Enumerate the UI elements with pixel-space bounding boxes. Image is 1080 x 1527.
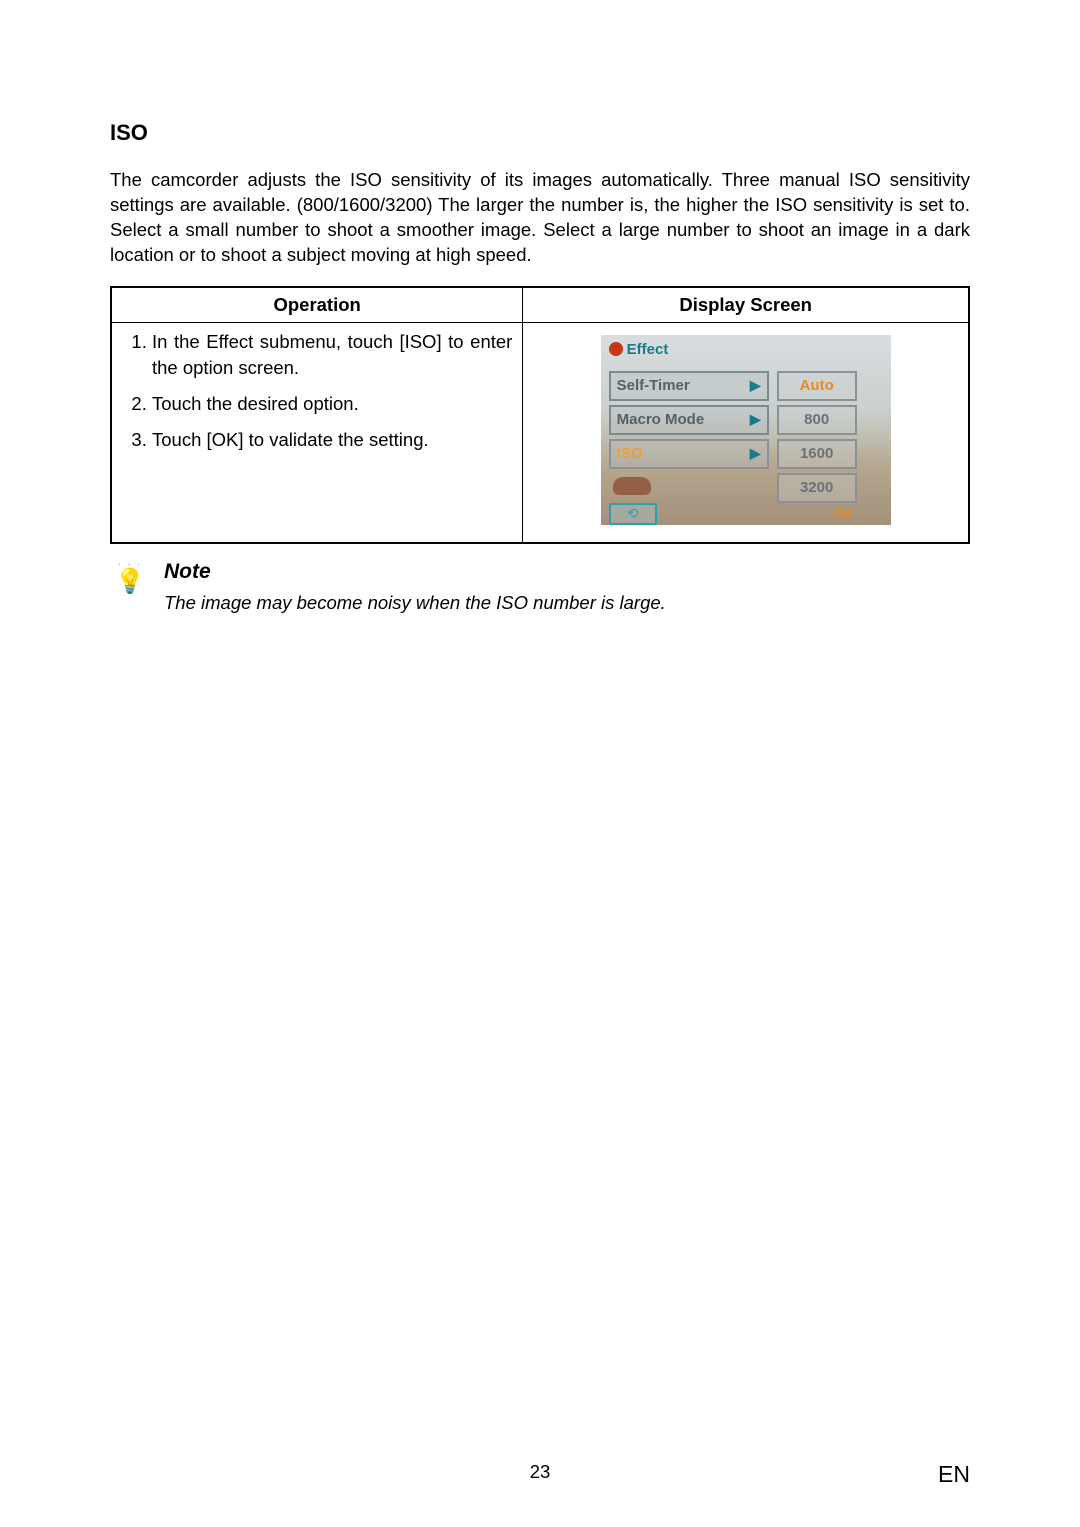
chevron-right-icon: ▶ bbox=[750, 377, 761, 394]
note-body: The image may become noisy when the ISO … bbox=[164, 592, 666, 614]
step-3: Touch [OK] to validate the setting. bbox=[152, 427, 512, 453]
section-title: ISO bbox=[110, 120, 970, 146]
option-3200[interactable]: 3200 bbox=[777, 473, 857, 503]
option-1600[interactable]: 1600 bbox=[777, 439, 857, 469]
option-800[interactable]: 800 bbox=[777, 405, 857, 435]
chevron-right-icon: ▶ bbox=[750, 411, 761, 428]
column-header-display: Display Screen bbox=[523, 287, 969, 323]
section-paragraph: The camcorder adjusts the ISO sensitivit… bbox=[110, 168, 970, 268]
note-heading: Note bbox=[164, 560, 666, 584]
operation-table: Operation Display Screen In the Effect s… bbox=[110, 286, 970, 544]
menu-self-timer-label: Self-Timer bbox=[617, 377, 690, 394]
operation-cell: In the Effect submenu, touch [ISO] to en… bbox=[111, 322, 523, 543]
document-page: ISO The camcorder adjusts the ISO sensit… bbox=[0, 0, 1080, 614]
step-1: In the Effect submenu, touch [ISO] to en… bbox=[152, 329, 512, 381]
page-number: 23 bbox=[530, 1461, 551, 1483]
note-block: ∙ ∙ ∙💡 Note The image may become noisy w… bbox=[110, 560, 970, 614]
menu-macro-mode[interactable]: Macro Mode ▶ bbox=[609, 405, 769, 435]
display-cell: Effect Self-Timer ▶ Macro Mode ▶ ISO ▶ bbox=[523, 322, 969, 543]
chevron-right-icon: ▶ bbox=[750, 445, 761, 462]
menu-macro-mode-label: Macro Mode bbox=[617, 411, 705, 428]
menu-iso[interactable]: ISO ▶ bbox=[609, 439, 769, 469]
landscape-decoration-icon bbox=[613, 477, 651, 495]
ok-button[interactable]: OK bbox=[777, 507, 857, 521]
operation-steps: In the Effect submenu, touch [ISO] to en… bbox=[122, 329, 512, 453]
effect-header: Effect bbox=[609, 341, 669, 358]
lightbulb-icon: ∙ ∙ ∙💡 bbox=[110, 560, 150, 594]
camcorder-screenshot: Effect Self-Timer ▶ Macro Mode ▶ ISO ▶ bbox=[601, 335, 891, 525]
step-2: Touch the desired option. bbox=[152, 391, 512, 417]
menu-iso-label: ISO bbox=[617, 445, 643, 462]
back-button[interactable]: ⟲ bbox=[609, 503, 657, 525]
record-dot-icon bbox=[609, 342, 623, 356]
option-auto[interactable]: Auto bbox=[777, 371, 857, 401]
menu-self-timer[interactable]: Self-Timer ▶ bbox=[609, 371, 769, 401]
column-header-operation: Operation bbox=[111, 287, 523, 323]
effect-title: Effect bbox=[627, 341, 669, 358]
page-language: EN bbox=[938, 1461, 970, 1488]
